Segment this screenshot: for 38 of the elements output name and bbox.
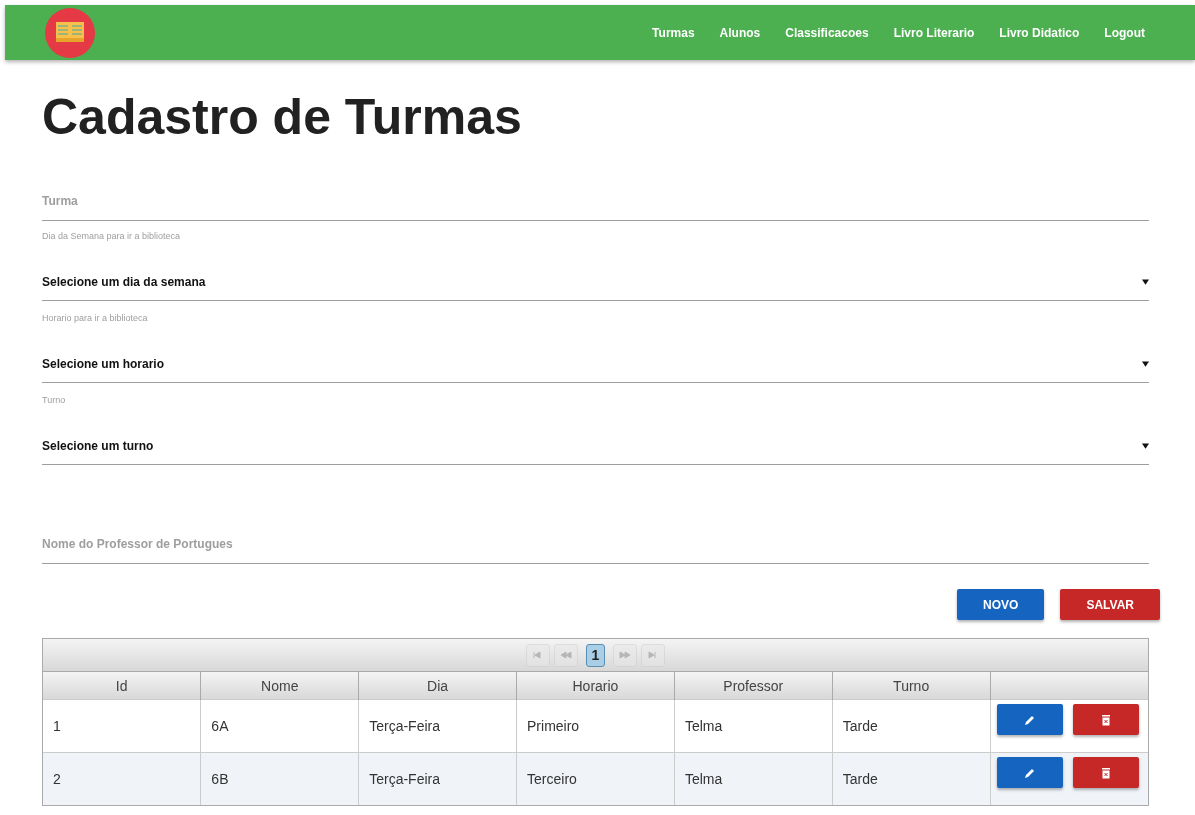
field-label: Dia da Semana para ir a biblioteca	[42, 231, 182, 241]
column-header[interactable]: Horario	[516, 672, 675, 700]
prev-arrow-icon	[560, 650, 572, 660]
select-field[interactable]: Selecione um horario	[42, 351, 1149, 383]
delete-button[interactable]	[1072, 704, 1139, 735]
pencil-icon	[1023, 713, 1036, 726]
pencil-icon	[1023, 766, 1036, 779]
page-title: Cadastro de Turmas	[42, 88, 523, 146]
delete-button[interactable]	[1072, 757, 1139, 788]
column-header[interactable]: Dia	[358, 672, 517, 700]
field-label: Turno	[42, 395, 67, 405]
new-button[interactable]: NOVO	[957, 589, 1045, 620]
save-button[interactable]: SALVAR	[1060, 589, 1160, 620]
table-cell: 6B	[200, 752, 359, 805]
table-cell: Telma	[674, 752, 833, 805]
caret-icon	[1142, 278, 1149, 285]
page-button[interactable]: 1	[586, 643, 605, 667]
select-field[interactable]: Selecione um turno	[42, 433, 1149, 465]
first-arrow-icon	[532, 650, 544, 660]
select-field[interactable]: Selecione um dia da semana	[42, 269, 1149, 301]
table-cell: Terça-Feira	[358, 752, 517, 805]
table-cell: 2	[43, 752, 201, 805]
table-cell: Tarde	[832, 752, 991, 805]
column-header[interactable]: Professor	[674, 672, 833, 700]
trash-icon	[1099, 713, 1112, 726]
column-header[interactable]: Nome	[200, 672, 359, 700]
next-arrow-icon	[619, 650, 631, 660]
book-logo-icon[interactable]	[45, 7, 95, 58]
column-header[interactable]: Id	[43, 672, 201, 700]
caret-icon	[1142, 442, 1149, 449]
field-label: Horario para ir a biblioteca	[42, 313, 149, 323]
table-cell: Terceiro	[516, 752, 675, 805]
trash-icon	[1099, 766, 1112, 779]
last-arrow-icon	[647, 650, 659, 660]
edit-button[interactable]	[996, 757, 1063, 788]
column-header[interactable]: Turno	[832, 672, 991, 700]
caret-icon	[1142, 360, 1149, 367]
edit-button[interactable]	[996, 704, 1063, 735]
